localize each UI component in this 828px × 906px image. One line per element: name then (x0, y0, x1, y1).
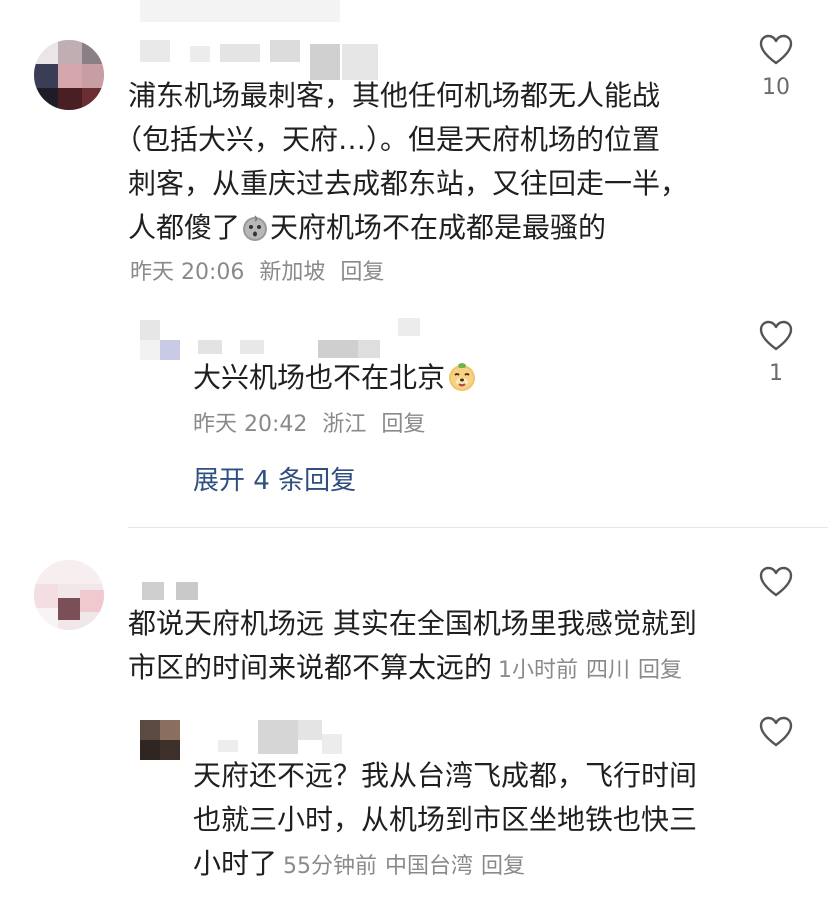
heart-icon (759, 34, 793, 65)
divider (128, 527, 828, 528)
like-button[interactable]: 10 (744, 34, 808, 102)
like-count: 10 (762, 75, 790, 100)
like-count: 1 (769, 361, 783, 386)
reply-time: 55分钟前 (283, 854, 378, 879)
laughing-dog-emoji (445, 359, 479, 406)
comment-time: 1小时前 (498, 658, 579, 683)
expand-replies-link[interactable]: 展开 4 条回复 (193, 460, 356, 497)
reply-time: 昨天 20:42 (193, 412, 308, 437)
redacted-header-strip (140, 0, 340, 22)
reply-button[interactable]: 回复 (381, 412, 425, 437)
comment-text: 浦东机场最刺客，其他任何机场都无人能战 （包括大兴，天府…）。但是天府机场的位置… (114, 74, 728, 256)
heart-icon (759, 320, 793, 351)
like-button[interactable] (744, 716, 808, 748)
avatar[interactable] (34, 560, 104, 630)
comment-meta: 昨天 20:06 新加坡 回复 (130, 258, 392, 288)
comment-meta: 1小时前 四川 回复 (498, 658, 690, 683)
reply-button[interactable]: 回复 (481, 854, 525, 879)
comment-text: 都说天府机场远 其实在全国机场里我感觉就到 市区的时间来说都不算太远的 1小时前四… (128, 607, 697, 684)
like-button[interactable]: 1 (744, 320, 808, 388)
username-redacted[interactable] (198, 318, 428, 358)
reply-button[interactable]: 回复 (340, 260, 384, 285)
reply-text: 大兴机场也不在北京 (193, 356, 713, 406)
reply-text: 天府还不远？我从台湾飞成都，飞行时间 也就三小时，从机场到市区坐地铁也快三 小时… (193, 759, 698, 880)
reply-location: 浙江 (322, 412, 367, 437)
shocked-face-emoji (240, 212, 270, 256)
reply-meta: 55分钟前 中国台湾 回复 (283, 854, 533, 879)
reply-location: 中国台湾 (385, 854, 474, 879)
avatar[interactable] (140, 320, 180, 360)
avatar[interactable] (34, 40, 104, 110)
avatar[interactable] (140, 720, 180, 760)
reply-button[interactable]: 回复 (638, 658, 682, 683)
comment-location: 新加坡 (259, 260, 326, 285)
like-button[interactable] (744, 566, 808, 598)
heart-icon (759, 716, 793, 747)
heart-icon (759, 566, 793, 597)
comment-location: 四川 (586, 658, 631, 683)
comment-time: 昨天 20:06 (130, 260, 245, 285)
username-redacted[interactable] (130, 578, 210, 600)
username-redacted[interactable] (198, 720, 348, 754)
username-redacted[interactable] (130, 40, 380, 80)
reply-meta: 昨天 20:42 浙江 回复 (193, 410, 433, 440)
